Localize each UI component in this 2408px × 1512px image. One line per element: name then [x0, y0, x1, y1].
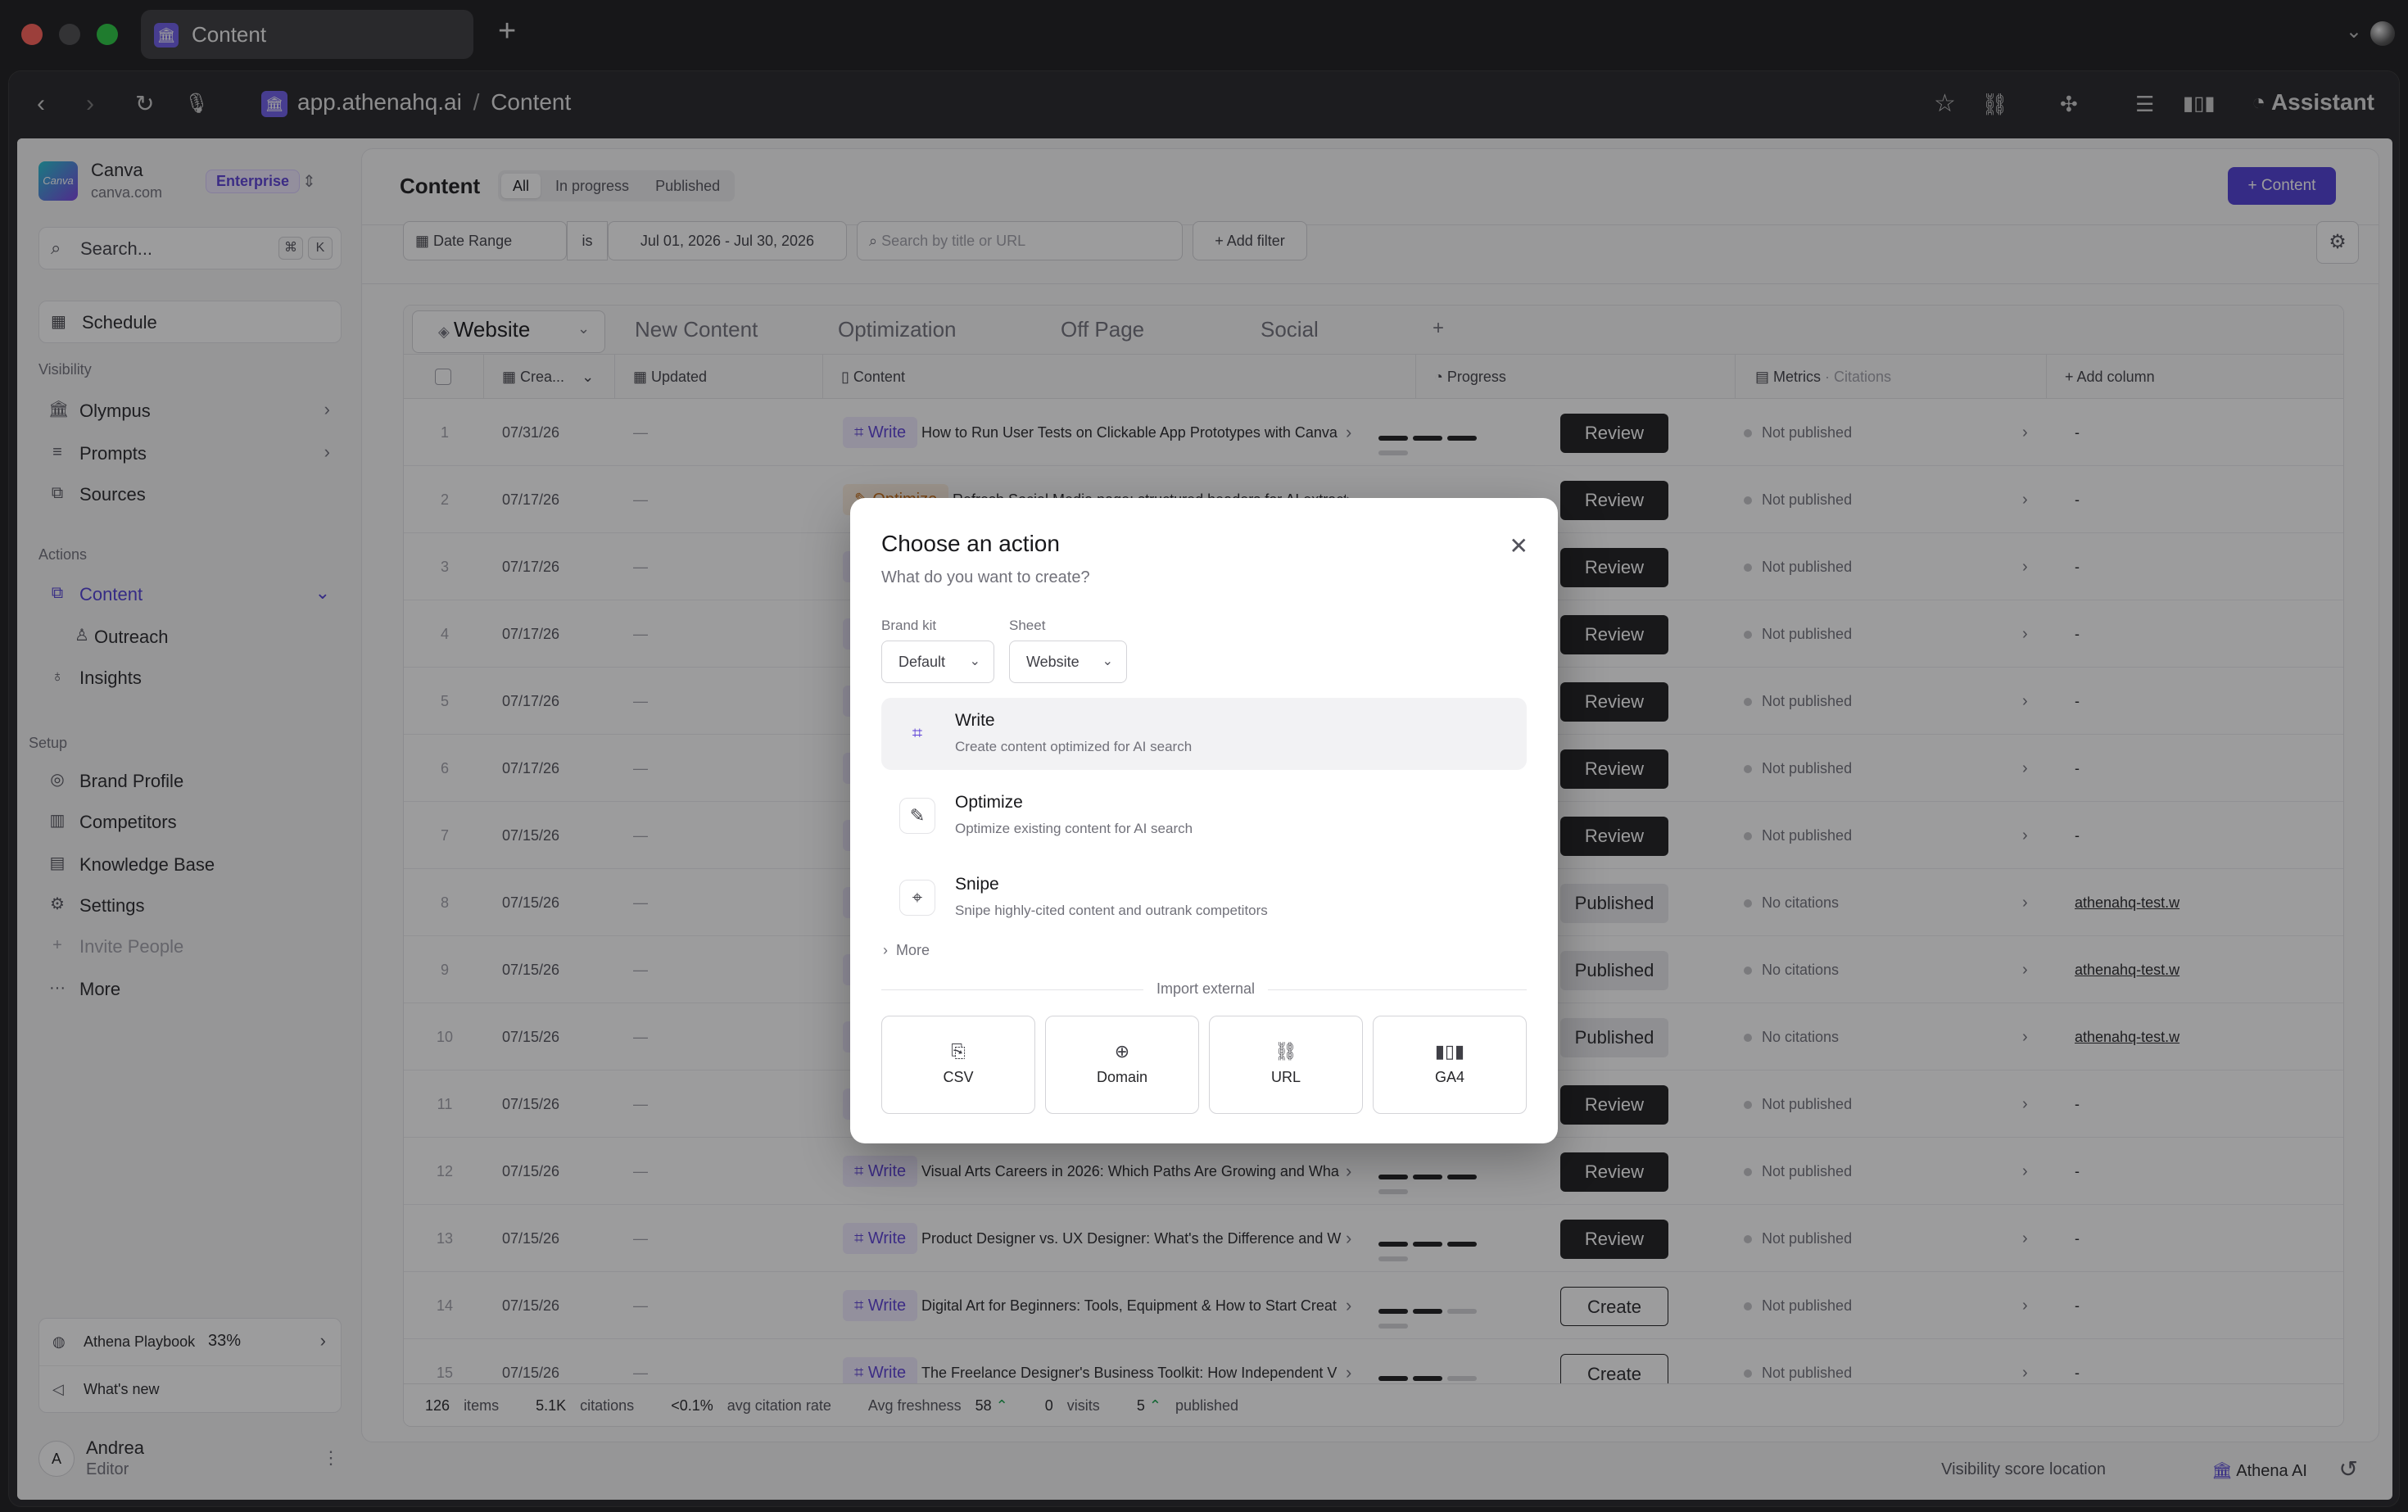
dialog-title: Choose an action: [881, 531, 1060, 556]
option-description: Create content optimized for AI search: [955, 739, 1193, 754]
more-options-toggle[interactable]: › More: [883, 942, 930, 959]
option-description: Snipe highly-cited content and outrank c…: [955, 903, 1268, 918]
import-domain-button[interactable]: ⊕ Domain: [1045, 1016, 1199, 1114]
import-label: Domain: [1096, 1069, 1148, 1085]
option-snipe[interactable]: ⌖ Snipe Snipe highly-cited content and o…: [881, 862, 1527, 934]
import-url-button[interactable]: ⛓ URL: [1209, 1016, 1363, 1114]
option-title: Snipe: [955, 875, 999, 894]
sheet-select[interactable]: Website ⌄: [1009, 641, 1127, 683]
import-external-label: Import external: [1156, 980, 1256, 997]
chevron-down-icon: ⌄: [969, 654, 980, 668]
close-icon[interactable]: ✕: [1510, 532, 1528, 559]
globe-icon: ⊕: [1114, 1041, 1130, 1062]
write-icon: ⌗: [912, 722, 923, 743]
brand-kit-label: Brand kit: [881, 618, 937, 633]
import-label: CSV: [943, 1069, 974, 1085]
option-write[interactable]: ⌗ Write Create content optimized for AI …: [881, 698, 1527, 770]
import-ga4-button[interactable]: ▮▯▮ GA4: [1373, 1016, 1527, 1114]
chevron-down-icon: ⌄: [1102, 654, 1113, 668]
option-title: Optimize: [955, 793, 1023, 812]
file-icon: ⎘: [951, 1041, 966, 1062]
option-title: Write: [955, 711, 995, 730]
link-icon: ⛓: [1274, 1041, 1297, 1062]
feather-icon: ✎: [899, 798, 935, 834]
brand-kit-select[interactable]: Default ⌄: [881, 641, 994, 683]
import-label: URL: [1270, 1069, 1301, 1085]
sheet-label: Sheet: [1009, 618, 1046, 633]
divider: [1268, 989, 1527, 990]
crosshair-icon: ⌖: [899, 880, 935, 916]
more-label: More: [896, 942, 930, 958]
import-label: GA4: [1434, 1069, 1465, 1085]
brand-kit-value: Default: [898, 654, 946, 670]
divider: [881, 989, 1143, 990]
sheet-value: Website: [1026, 654, 1080, 670]
option-description: Optimize existing content for AI search: [955, 821, 1193, 836]
chevron-right-icon: ›: [883, 942, 896, 958]
option-optimize[interactable]: ✎ Optimize Optimize existing content for…: [881, 780, 1527, 852]
choose-action-dialog: Choose an action What do you want to cre…: [850, 498, 1558, 1143]
bar-chart-icon: ▮▯▮: [1434, 1041, 1465, 1062]
import-csv-button[interactable]: ⎘ CSV: [881, 1016, 1035, 1114]
dialog-subtitle: What do you want to create?: [881, 568, 1090, 586]
